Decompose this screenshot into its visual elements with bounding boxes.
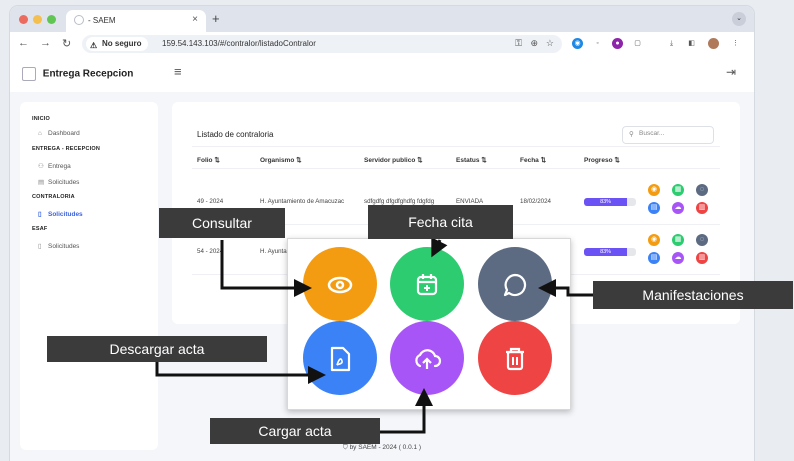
callout-manifestaciones: Manifestaciones (593, 281, 793, 309)
arrow-cargar-acta (380, 388, 433, 434)
arrow-descargar-acta (155, 362, 326, 384)
arrow-fecha-cita (431, 237, 448, 258)
callout-descargar-acta: Descargar acta (47, 336, 267, 362)
arrow-consultar (220, 240, 312, 297)
callout-fecha-cita: Fecha cita (368, 205, 513, 239)
arrow-manifestaciones (538, 279, 593, 297)
callout-consultar: Consultar (159, 208, 285, 238)
callout-cargar-acta: Cargar acta (210, 418, 380, 444)
